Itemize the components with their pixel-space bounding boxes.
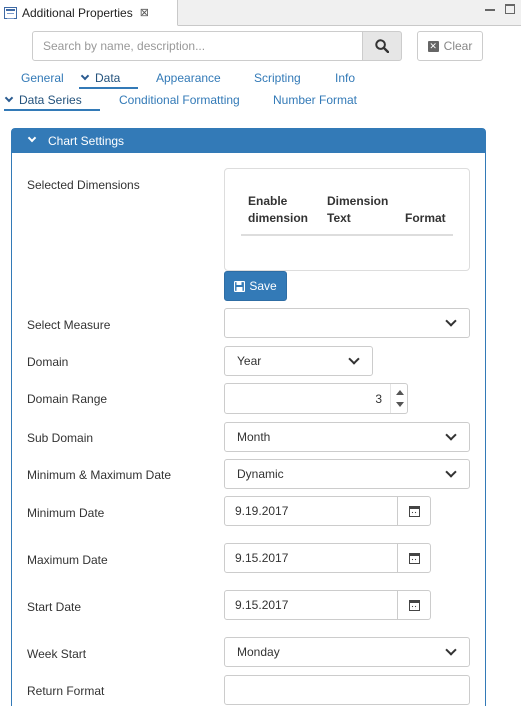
column-header-line [405,193,446,210]
tab-appearance[interactable]: Appearance [156,71,221,85]
search-icon [375,39,389,53]
search-input[interactable] [32,31,363,61]
column-header-line: dimension [248,211,309,225]
min-max-date-value: Dynamic [237,467,284,481]
tab-data[interactable]: Data [80,71,121,85]
column-header-line: Enable [248,194,288,208]
sub-domain-dropdown[interactable]: Month [224,422,470,452]
column-enable-dimension: Enable dimension [248,193,308,227]
column-header-line: Text [327,211,351,225]
chart-settings-heading[interactable]: Chart Settings [12,129,485,153]
tab-data-underline [79,87,138,89]
minimum-date-label: Minimum Date [27,506,105,520]
domain-dropdown[interactable]: Year [224,346,373,376]
week-start-dropdown[interactable]: Monday [224,637,470,667]
select-measure-label: Select Measure [27,318,111,332]
selected-dimensions-label: Selected Dimensions [27,178,140,192]
view-title: Additional Properties [22,5,133,20]
maximum-date-picker-button[interactable] [397,543,431,573]
maximum-date-label: Maximum Date [27,553,108,567]
subtab-data-series-underline [4,109,100,111]
column-header-line: Dimension [327,194,389,208]
tab-general[interactable]: General [21,71,64,85]
column-dimension-text: Dimension Text [327,193,388,227]
search-button[interactable] [362,31,402,61]
save-button[interactable]: Save [224,271,287,301]
save-label: Save [249,279,277,293]
spin-up-icon[interactable] [396,390,404,395]
dimensions-table: Enable dimension Dimension Text Format [224,168,470,271]
view-tab[interactable]: Additional Properties ⊠ [0,0,178,26]
min-max-date-dropdown[interactable]: Dynamic [224,459,470,489]
panel-title: Chart Settings [48,134,125,148]
chevron-down-icon [4,93,14,103]
chevron-down-icon [27,133,37,143]
domain-range-value: 3 [375,392,382,406]
calendar-icon [408,552,420,564]
subtab-conditional-formatting[interactable]: Conditional Formatting [119,93,240,107]
return-format-label: Return Format [27,684,105,698]
floppy-disk-icon [234,280,246,292]
start-date-input[interactable]: 9.15.2017 [224,590,398,620]
spin-down-icon[interactable] [396,402,404,407]
minimize-icon[interactable] [485,4,495,14]
chevron-down-icon [445,315,457,327]
minimum-date-value: 9.19.2017 [235,504,289,518]
clear-label: Clear [443,39,473,53]
close-view-icon[interactable]: ⊠ [140,6,149,19]
start-date-label: Start Date [27,600,82,614]
properties-view-icon [4,6,17,19]
clear-icon: ✕ [427,40,439,52]
week-start-value: Monday [237,645,280,659]
sub-domain-label: Sub Domain [27,431,94,445]
start-date-value: 9.15.2017 [235,598,289,612]
domain-label: Domain [27,355,69,369]
chevron-down-icon [80,71,90,81]
calendar-icon [408,505,420,517]
domain-range-label: Domain Range [27,392,108,406]
start-date-picker-button[interactable] [397,590,431,620]
column-format: Format [405,193,446,227]
view-header: Additional Properties ⊠ [0,0,521,26]
chevron-down-icon [445,466,457,478]
week-start-label: Week Start [27,647,87,661]
chevron-down-icon [445,429,457,441]
window-controls [485,4,515,14]
domain-value: Year [237,354,262,368]
minimum-date-input[interactable]: 9.19.2017 [224,496,398,526]
sub-domain-value: Month [237,430,271,444]
maximum-date-value: 9.15.2017 [235,551,289,565]
column-header-line: Format [405,211,446,225]
subtab-data-series[interactable]: Data Series [4,93,82,107]
subtab-data-series-label: Data Series [19,93,82,107]
return-format-input[interactable] [224,675,470,705]
maximum-date-input[interactable]: 9.15.2017 [224,543,398,573]
clear-button[interactable]: ✕ Clear [417,31,483,61]
maximize-icon[interactable] [505,4,515,14]
calendar-icon [408,599,420,611]
tab-info[interactable]: Info [335,71,355,85]
chevron-down-icon [445,644,457,656]
min-max-date-label: Minimum & Maximum Date [27,468,172,482]
spinner-buttons [390,384,407,413]
tab-data-label: Data [95,71,121,85]
table-header-divider [241,234,453,236]
select-measure-dropdown[interactable] [224,308,470,338]
subtab-number-format[interactable]: Number Format [273,93,357,107]
domain-range-stepper[interactable]: 3 [224,383,408,414]
chevron-down-icon [348,353,360,365]
minimum-date-picker-button[interactable] [397,496,431,526]
tab-scripting[interactable]: Scripting [254,71,301,85]
